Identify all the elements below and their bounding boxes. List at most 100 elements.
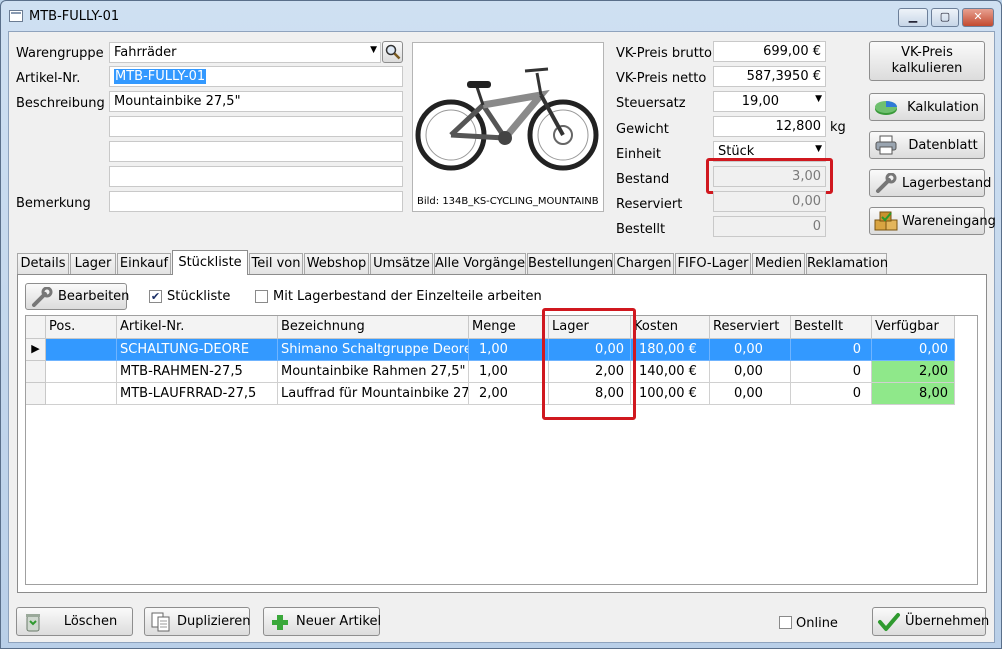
- cell-menge[interactable]: 1,00: [469, 361, 549, 383]
- reserviert-label: Reserviert: [616, 197, 683, 212]
- app-icon: [9, 10, 23, 22]
- stueckliste-panel: Bearbeiten ✔ Stückliste Mit Lagerbestand…: [17, 274, 987, 593]
- gewicht-label: Gewicht: [616, 122, 669, 137]
- cell-menge[interactable]: 2,00: [469, 383, 549, 405]
- row-header[interactable]: [26, 361, 46, 383]
- cell-lager[interactable]: 8,00: [549, 383, 631, 405]
- cell-reserviert[interactable]: 0,00: [710, 339, 791, 361]
- bearbeiten-button[interactable]: Bearbeiten: [25, 283, 129, 310]
- tab-einkauf[interactable]: Einkauf: [117, 253, 171, 274]
- cell-reserviert[interactable]: 0,00: [710, 383, 791, 405]
- row-header-corner: [26, 316, 46, 339]
- search-button[interactable]: [382, 41, 403, 63]
- printer-icon: [874, 135, 898, 155]
- tab-webshop[interactable]: Webshop: [304, 253, 369, 274]
- cell-pos[interactable]: [46, 339, 117, 361]
- cell-bestellt[interactable]: 0: [791, 361, 872, 383]
- bestellt-input: 0: [713, 216, 826, 237]
- column-header-kosten[interactable]: Kosten: [631, 316, 710, 339]
- uebernehmen-button[interactable]: Übernehmen: [872, 607, 989, 636]
- cell-bestellt[interactable]: 0: [791, 339, 872, 361]
- cell-artikelnr[interactable]: SCHALTUNG-DEORE: [117, 339, 278, 361]
- cell-kosten[interactable]: 140,00 €: [631, 361, 710, 383]
- chevron-down-icon: ▼: [815, 94, 822, 104]
- lagerbestand-einzelteile-checkbox[interactable]: [255, 290, 268, 303]
- cell-pos[interactable]: [46, 361, 117, 383]
- tab-fifo-lager[interactable]: FIFO-Lager: [675, 253, 751, 274]
- cell-kosten[interactable]: 100,00 €: [631, 383, 710, 405]
- datenblatt-button[interactable]: Datenblatt: [869, 131, 985, 159]
- row-header[interactable]: [26, 383, 46, 405]
- cell-kosten[interactable]: 180,00 €: [631, 339, 710, 361]
- column-header-lager[interactable]: Lager: [549, 316, 631, 339]
- artikelnr-input[interactable]: MTB-FULLY-01: [109, 66, 403, 87]
- online-checkbox[interactable]: [779, 616, 792, 629]
- cell-reserviert[interactable]: 0,00: [710, 361, 791, 383]
- cell-bezeichnung[interactable]: Shimano Schaltgruppe Deore: [278, 339, 469, 361]
- tab-bestellungen[interactable]: Bestellungen: [527, 253, 613, 274]
- cell-verfuegbar[interactable]: 0,00: [872, 339, 955, 361]
- current-row-indicator-icon: ▶: [26, 339, 46, 361]
- gewicht-input[interactable]: 12,800: [713, 116, 826, 137]
- duplizieren-button[interactable]: Duplizieren: [144, 607, 250, 636]
- beschreibung-input-3[interactable]: [109, 141, 403, 162]
- vk-preis-kalkulieren-button[interactable]: VK-Preis kalkulieren: [869, 41, 985, 81]
- cell-lager[interactable]: 0,00: [549, 339, 631, 361]
- column-header-bezeichnung[interactable]: Bezeichnung: [278, 316, 469, 339]
- tab-alle-vorgaenge[interactable]: Alle Vorgänge: [434, 253, 526, 274]
- cell-pos[interactable]: [46, 383, 117, 405]
- vk-netto-input[interactable]: 587,3950 €: [713, 66, 826, 87]
- cell-artikelnr[interactable]: MTB-LAUFRRAD-27,5: [117, 383, 278, 405]
- window-title: MTB-FULLY-01: [29, 9, 120, 24]
- cell-verfuegbar[interactable]: 8,00: [872, 383, 955, 405]
- bemerkung-input[interactable]: [109, 191, 403, 212]
- reserviert-input: 0,00: [713, 191, 826, 212]
- cell-bestellt[interactable]: 0: [791, 383, 872, 405]
- maximize-button[interactable]: ▢: [931, 8, 959, 27]
- einheit-select[interactable]: Stück ▼: [713, 141, 826, 162]
- tab-details[interactable]: Details: [17, 253, 69, 274]
- cell-artikelnr[interactable]: MTB-RAHMEN-27,5: [117, 361, 278, 383]
- cell-lager[interactable]: 2,00: [549, 361, 631, 383]
- tab-chargen[interactable]: Chargen: [614, 253, 674, 274]
- cell-bezeichnung[interactable]: Mountainbike Rahmen 27,5" kom: [278, 361, 469, 383]
- checkmark-icon: [877, 612, 901, 632]
- tab-medien[interactable]: Medien: [752, 253, 805, 274]
- loeschen-button[interactable]: Löschen: [16, 607, 133, 636]
- beschreibung-input-2[interactable]: [109, 116, 403, 137]
- beschreibung-input-4[interactable]: [109, 166, 403, 187]
- column-header-artikelnr[interactable]: Artikel-Nr.: [117, 316, 278, 339]
- column-header-bestellt[interactable]: Bestellt: [791, 316, 872, 339]
- minimize-button[interactable]: ▁: [898, 8, 928, 27]
- kalkulation-button[interactable]: Kalkulation: [869, 93, 985, 121]
- column-header-verfuegbar[interactable]: Verfügbar: [872, 316, 955, 339]
- column-header-reserviert[interactable]: Reserviert: [710, 316, 791, 339]
- tab-teil-von[interactable]: Teil von: [249, 253, 303, 274]
- lagerbestand-button[interactable]: Lagerbestand: [869, 169, 991, 197]
- tab-umsaetze[interactable]: Umsätze: [370, 253, 433, 274]
- einheit-label: Einheit: [616, 147, 662, 162]
- cell-menge[interactable]: 1,00: [469, 339, 549, 361]
- tab-stueckliste[interactable]: Stückliste: [172, 250, 248, 275]
- online-label: Online: [796, 616, 838, 631]
- vk-netto-label: VK-Preis netto: [616, 71, 707, 86]
- product-image[interactable]: Bild: 134B_KS-CYCLING_MOUNTAINB: [412, 42, 604, 212]
- wareneingang-button[interactable]: Wareneingang: [869, 207, 996, 235]
- cell-verfuegbar[interactable]: 2,00: [872, 361, 955, 383]
- bestellt-label: Bestellt: [616, 222, 666, 237]
- beschreibung-input-1[interactable]: Mountainbike 27,5": [109, 91, 403, 112]
- steuersatz-select[interactable]: 19,00 ▼: [713, 91, 826, 112]
- tab-lager[interactable]: Lager: [70, 253, 116, 274]
- chevron-down-icon: ▼: [370, 45, 377, 55]
- close-button[interactable]: ✕: [962, 8, 994, 27]
- vk-brutto-label: VK-Preis brutto: [616, 46, 712, 61]
- tab-reklamation[interactable]: Reklamation: [806, 253, 888, 274]
- vk-brutto-input[interactable]: 699,00 €: [713, 41, 826, 62]
- stueckliste-checkbox[interactable]: ✔: [149, 290, 162, 303]
- boxes-icon: [874, 211, 898, 231]
- column-header-pos[interactable]: Pos.: [46, 316, 117, 339]
- warengruppe-select[interactable]: Fahrräder ▼: [109, 42, 381, 63]
- cell-bezeichnung[interactable]: Lauffrad für Mountainbike 27,5": [278, 383, 469, 405]
- neuer-artikel-button[interactable]: Neuer Artikel: [263, 607, 381, 636]
- column-header-menge[interactable]: Menge: [469, 316, 549, 339]
